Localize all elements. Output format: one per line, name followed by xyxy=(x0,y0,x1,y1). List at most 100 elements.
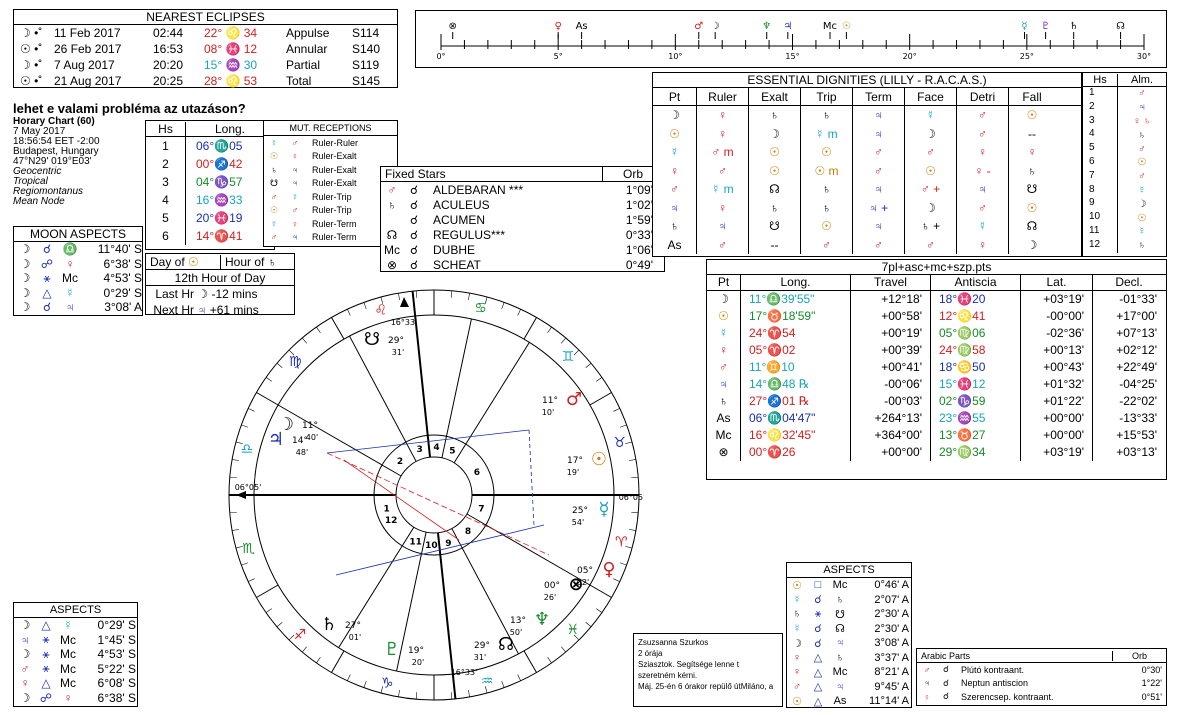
arabic-part-planet: ♂ xyxy=(923,664,931,675)
dignity-cell: ☉ xyxy=(1026,200,1038,215)
degree-tick xyxy=(547,326,552,333)
house-number-label: 8 xyxy=(465,527,471,537)
ruler-planet-marker: As xyxy=(576,21,588,32)
aspect-symbol: ☌ xyxy=(42,242,52,257)
aspect-orb: 5°22' S xyxy=(97,661,136,676)
aspect-line xyxy=(528,429,535,526)
zodiac-sign-icon: ♐ xyxy=(294,627,307,643)
dignity-cell: ☽ xyxy=(905,124,957,143)
position-cell: +364°00' xyxy=(851,427,931,444)
ascendant-arrow xyxy=(236,491,246,499)
dignity-cell: ♄ xyxy=(801,106,853,125)
planet-minute-label: 31' xyxy=(392,348,404,357)
aspect-planet-a: ☉ xyxy=(792,579,802,592)
note-line: Sziasztok. Segítsége lenne t szeretném k… xyxy=(638,660,739,680)
ruler-tick-label: 0° xyxy=(436,52,445,61)
position-cell: 05°♈02 xyxy=(741,342,851,359)
star-orb: 0°49' xyxy=(625,257,653,272)
reception-planet-b: ☿ xyxy=(291,191,299,202)
reception-planet-a: ♄ xyxy=(270,164,278,175)
zodiac-sign-icon: ♋ xyxy=(474,301,487,317)
house-longitude: 16°♒33 xyxy=(196,193,243,207)
aspect-planet-b: ♎ xyxy=(62,242,78,257)
dignities-header: Detri xyxy=(957,87,1009,106)
aspect-symbol: ☍ xyxy=(39,690,53,705)
note-line: Zsuzsanna Szurkos xyxy=(638,638,709,647)
reception-type: Ruler-Trip xyxy=(312,191,352,202)
fixed-star-row: ♂ ☌ ALDEBARAN *** 1°09' xyxy=(381,182,664,197)
dignity-cell: ♃ xyxy=(653,198,697,217)
dignities-header: Fall xyxy=(1022,89,1042,104)
degree-tick xyxy=(573,349,580,356)
positions-header: Antiscia xyxy=(931,274,1021,291)
planet-glyph-icon: ♃ xyxy=(268,429,284,450)
moon-aspects-panel: MOON ASPECTS ☽ ☌ ♎ 11°40' S ☽ ☍ ♀ 6°38' S ☽ ⚹ Mc 4°… xyxy=(13,226,143,316)
star-aspect: ☌ xyxy=(409,182,419,197)
position-cell: 02°♑59 xyxy=(931,393,1021,410)
degree-tick xyxy=(613,408,620,412)
aspect-planet-b: Mc xyxy=(832,579,848,592)
almuten-house: 11 xyxy=(1083,224,1118,239)
eclipse-position: 28° ♌ 53 xyxy=(204,74,258,88)
planet-degree-label: 29° xyxy=(388,336,404,346)
position-cell: +00°19' xyxy=(851,325,931,342)
reception-type: Ruler-Exalt xyxy=(312,178,357,189)
dignities-header: Pt xyxy=(653,87,697,106)
almuten-row: 3 ♀ ♄ xyxy=(1083,114,1166,129)
dignities-header: Ruler xyxy=(697,87,749,106)
house-longitude: 20°♓19 xyxy=(196,211,243,225)
ruler-planet-marker: ☉ xyxy=(842,21,851,32)
arabic-parts-panel: Arabic Parts Orb ♂ ☌ Plútó kontraant. 0°30'… xyxy=(916,648,1167,706)
position-row: ☉ 17°♉18'59" +00°58' 12°♌41 -00°00' +17°00' xyxy=(707,308,1166,325)
receptions-title: MUT. RECEPTIONS xyxy=(264,121,397,136)
reception-planet-a: ☿ xyxy=(270,218,278,229)
aspect-orb: 4°53' S xyxy=(103,271,142,286)
house-number: 2 xyxy=(146,155,186,173)
dignity-cell: ♃ xyxy=(853,180,905,199)
reception-row: ☉ ♂ Ruler-Trip xyxy=(264,204,397,218)
dignities-row: ♂ ☿ m ☊ ♄ ♃ ♂ + ♃ ☋ xyxy=(653,180,1081,199)
fixed-star-row: ☌ ACUMEN 1°59' xyxy=(381,212,664,227)
degree-tick xyxy=(265,608,272,613)
position-cell: +01°22' xyxy=(1021,393,1093,410)
star-name: SCHEAT xyxy=(433,257,481,272)
zodiac-sign-icon: ♉ xyxy=(613,435,626,451)
dignity-cell: ♀ xyxy=(957,235,1009,254)
reception-planet-b: ♂ xyxy=(291,205,299,216)
position-row: ☿ 24°♈54 +00°19' 05°♍06 -02°36' +07°13' xyxy=(707,325,1166,342)
reception-row: ♂ ♃ Ruler-Term xyxy=(264,231,397,245)
positions-header: Pt xyxy=(707,274,741,291)
eclipse-position: 08° ♓ 12 xyxy=(204,42,258,56)
dignity-cell: ♄ xyxy=(653,217,697,236)
ruler-planet-marker: ⊗ xyxy=(449,21,457,32)
almuten-ruler: ☉ xyxy=(1137,212,1147,224)
ruler-planet-marker: ☿ xyxy=(1021,21,1027,32)
dignity-cell: ♃ xyxy=(853,124,905,143)
reception-row: ☋ ♃ Ruler-Exalt xyxy=(264,177,397,191)
aspect-planet-a: ♃ xyxy=(20,632,30,647)
house-number-label: 5 xyxy=(449,447,455,457)
position-cell: 06°♏04'47" xyxy=(741,410,851,427)
eclipse-date: 26 Feb 2017 xyxy=(54,42,122,56)
arabic-part-orb: 0°51' xyxy=(1141,691,1162,702)
note-panel: Zsuzsanna Szurkos 2 órája Sziasztok. Segít… xyxy=(633,633,783,707)
degree-tick xyxy=(363,302,367,310)
position-row: ⊗ 00°♈26 +00°00' 29°♍34 +03°19' +03°13' xyxy=(707,444,1166,461)
degree-tick xyxy=(596,377,603,382)
almuten-row: 6 ☉ xyxy=(1083,155,1166,170)
star-planet: ♄ xyxy=(387,197,397,212)
aspect-planet-b: As xyxy=(833,695,847,708)
arabic-part-row: ♂ ☌ Plútó kontraant. 0°30' xyxy=(917,663,1166,677)
dignity-cell: ☽ xyxy=(1026,237,1038,252)
dignity-cell: ♂ xyxy=(853,143,905,162)
degree-tick xyxy=(241,424,249,428)
almuten-header-hs: Hs xyxy=(1083,73,1118,86)
degree-tick xyxy=(316,326,321,333)
positions-header: Decl. xyxy=(1115,274,1143,289)
dignity-cell: ♂ xyxy=(853,235,905,254)
aspect-planet-a: ☽ xyxy=(19,647,31,662)
aspect-row: ☽ ⚹ Mc 4°53' S xyxy=(14,647,137,662)
last-hour-label: Last Hr xyxy=(155,287,194,301)
degree-tick xyxy=(241,562,249,566)
almuten-row: 1 ♂ xyxy=(1083,87,1166,101)
